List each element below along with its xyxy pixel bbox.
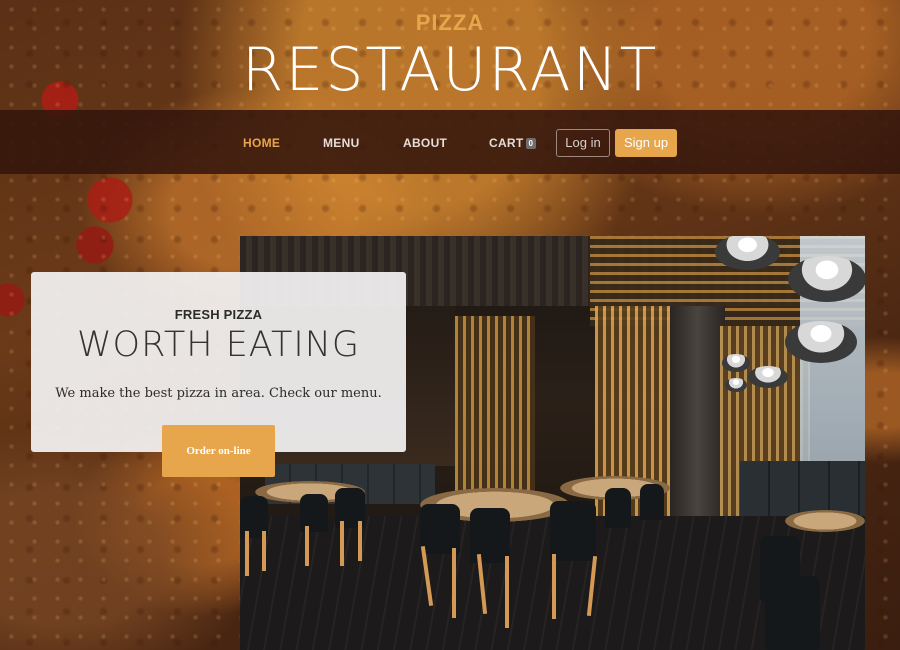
brand-logo[interactable]: PIZZA RESTAURANT — [0, 10, 900, 102]
hero-kicker: FRESH PIZZA — [174, 307, 263, 322]
login-button[interactable]: Log in — [556, 129, 610, 157]
nav-about[interactable]: ABOUT — [403, 136, 447, 150]
hero-title: WORTH EATING — [76, 325, 361, 365]
order-online-button[interactable]: Order on-line — [162, 425, 275, 477]
cart-count-badge: 0 — [525, 138, 537, 149]
nav-cart-label: CART — [489, 136, 524, 150]
nav-home[interactable]: HOME — [243, 136, 280, 150]
brand-small-text: PIZZA — [415, 10, 485, 35]
signup-button[interactable]: Sign up — [615, 129, 677, 157]
brand-large-text: RESTAURANT — [241, 35, 659, 105]
nav-cart[interactable]: CART 0 — [489, 136, 537, 150]
hero-description: We make the best pizza in area. Check ou… — [55, 386, 382, 401]
main-navbar: HOME MENU ABOUT CART 0 Log in Sign up — [0, 110, 900, 174]
nav-menu[interactable]: MENU — [323, 136, 360, 150]
